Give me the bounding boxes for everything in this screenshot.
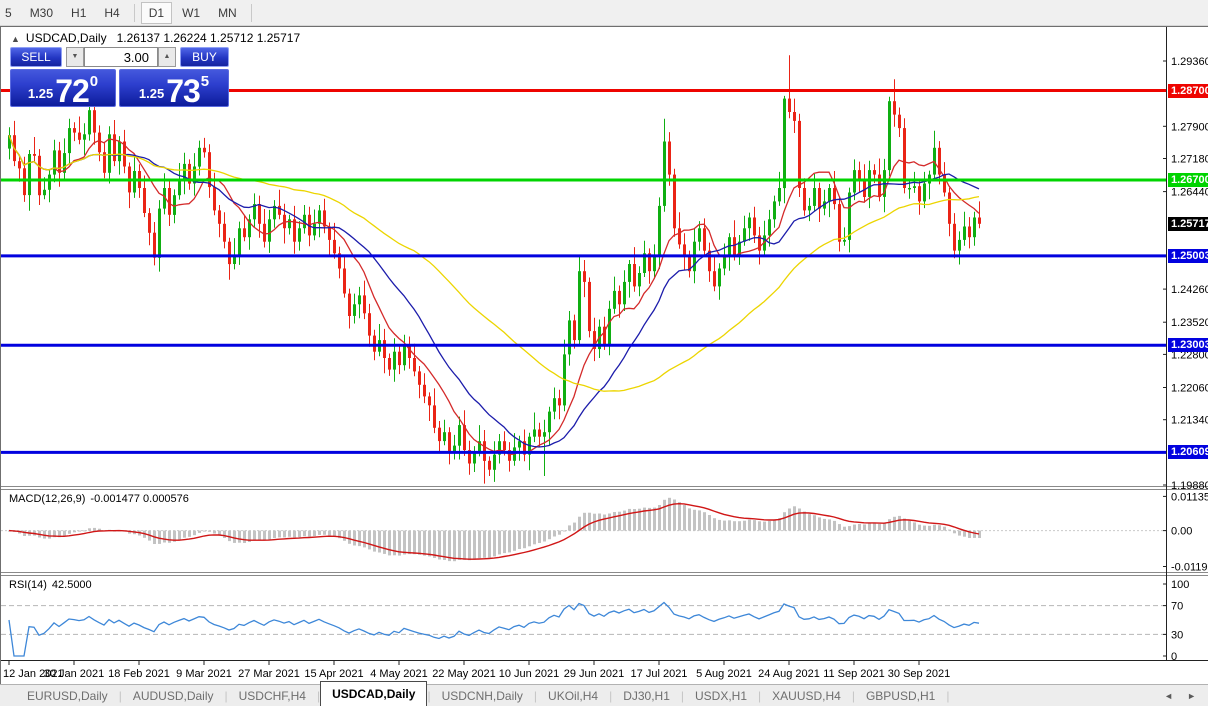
tab-audusd-daily[interactable]: AUDUSD,Daily <box>122 687 225 705</box>
sell-button[interactable]: SELL <box>10 47 62 67</box>
timeframe-button-5[interactable]: 5 <box>0 2 20 24</box>
tab-usdchf-h4[interactable]: USDCHF,H4 <box>228 687 317 705</box>
tab-usdcad-daily[interactable]: USDCAD,Daily <box>320 681 428 706</box>
svg-text:1.21340: 1.21340 <box>1171 415 1208 427</box>
svg-text:18 Feb 2021: 18 Feb 2021 <box>108 668 170 680</box>
svg-text:1.27900: 1.27900 <box>1171 121 1208 133</box>
svg-text:100: 100 <box>1171 579 1189 591</box>
svg-text:27 Mar 2021: 27 Mar 2021 <box>238 668 300 680</box>
chart-window: 1.29360 1.27900 1.27180 1.26440 1.24260 1.235… <box>0 26 1208 685</box>
macd-indicator-label: MACD(12,26,9) -0.001477 0.000576 <box>9 493 189 505</box>
timeframe-button-w1[interactable]: W1 <box>174 2 208 24</box>
timeframe-button-h4[interactable]: H4 <box>96 2 127 24</box>
tab-usdcnh-daily[interactable]: USDCNH,Daily <box>431 687 534 705</box>
toolbar-separator <box>133 3 135 22</box>
sell-price-pip-digit: 0 <box>89 73 99 90</box>
svg-text:15 Apr 2021: 15 Apr 2021 <box>304 668 363 680</box>
timeframe-button-d1[interactable]: D1 <box>140 1 173 24</box>
price-badge-level-1.26700: 1.26700 <box>1168 173 1208 187</box>
svg-text:17 Jul 2021: 17 Jul 2021 <box>631 668 688 680</box>
svg-text:0.00: 0.00 <box>1171 526 1192 538</box>
svg-text:11 Sep 2021: 11 Sep 2021 <box>823 668 885 680</box>
svg-text:0: 0 <box>1171 651 1177 663</box>
price-badge-level-1.23003: 1.23003 <box>1168 338 1208 352</box>
buy-price-pip-digit: 5 <box>200 73 210 90</box>
buy-price-display[interactable]: 1.25 73 5 <box>119 69 229 107</box>
buy-price-big-digits: 73 <box>166 72 201 109</box>
svg-text:1.19880: 1.19880 <box>1171 480 1208 492</box>
tab-dj30-h1[interactable]: DJ30,H1 <box>612 687 681 705</box>
svg-text:30 Jan 2021: 30 Jan 2021 <box>44 668 105 680</box>
tab-separator: | <box>946 688 950 703</box>
buy-price-prefix: 1.25 <box>138 86 165 101</box>
tab-ukoil-h4[interactable]: UKOil,H4 <box>537 687 609 705</box>
svg-text:1.22060: 1.22060 <box>1171 383 1208 395</box>
timeframe-button-mn[interactable]: MN <box>210 2 245 24</box>
macd-values: -0.001477 0.000576 <box>90 493 189 505</box>
svg-text:1.23520: 1.23520 <box>1171 317 1208 329</box>
svg-text:5 Aug 2021: 5 Aug 2021 <box>696 668 752 680</box>
svg-text:29 Jun 2021: 29 Jun 2021 <box>564 668 625 680</box>
price-badge-level-1.20609: 1.20609 <box>1168 445 1208 459</box>
sell-price-display[interactable]: 1.25 72 0 <box>10 69 116 107</box>
tab-eurusd-daily[interactable]: EURUSD,Daily <box>16 687 119 705</box>
volume-decrease-button[interactable]: ▼ <box>66 47 84 67</box>
chart-symbol-label: USDCAD,Daily <box>25 31 107 45</box>
chart-title: ▲ USDCAD,Daily 1.26137 1.26224 1.25712 1.2… <box>11 31 300 45</box>
buy-button[interactable]: BUY <box>180 47 229 67</box>
svg-text:24 Aug 2021: 24 Aug 2021 <box>758 668 820 680</box>
one-click-trading-panel: SELL ▼ ▲ BUY 1.25 72 0 1.25 73 5 <box>10 45 229 107</box>
timeframe-button-h1[interactable]: H1 <box>63 2 94 24</box>
timeframe-button-m30[interactable]: M30 <box>22 2 61 24</box>
chart-canvas[interactable]: 1.29360 1.27900 1.27180 1.26440 1.24260 1.235… <box>1 27 1208 685</box>
svg-text:1.27180: 1.27180 <box>1171 154 1208 166</box>
svg-text:30: 30 <box>1171 629 1183 641</box>
tab-gbpusd-h1[interactable]: GBPUSD,H1 <box>855 687 946 705</box>
tab-usdx-h1[interactable]: USDX,H1 <box>684 687 758 705</box>
tab-xauusd-h4[interactable]: XAUUSD,H4 <box>761 687 852 705</box>
price-badge-level-1.25003: 1.25003 <box>1168 249 1208 263</box>
svg-text:-0.01190: -0.01190 <box>1171 562 1208 574</box>
svg-text:70: 70 <box>1171 601 1183 613</box>
collapse-arrow-icon[interactable]: ▲ <box>11 34 20 44</box>
rsi-indicator-label: RSI(14) 42.5000 <box>9 579 92 591</box>
svg-text:1.24260: 1.24260 <box>1171 284 1208 296</box>
svg-text:22 May 2021: 22 May 2021 <box>432 668 496 680</box>
sell-price-big-digits: 72 <box>55 72 90 109</box>
svg-text:1.26440: 1.26440 <box>1171 187 1208 199</box>
mt4-window: 5 M30 H1 H4 D1 W1 MN 1.29360 1.27900 1.27180 1.26… <box>0 0 1208 706</box>
tab-scroll-left-icon[interactable]: ◄ <box>1164 691 1173 701</box>
svg-text:10 Jun 2021: 10 Jun 2021 <box>499 668 560 680</box>
toolbar-separator <box>250 3 252 22</box>
price-badge-current: 1.25717 <box>1168 217 1208 231</box>
svg-text:30 Sep 2021: 30 Sep 2021 <box>888 668 950 680</box>
svg-text:1.29360: 1.29360 <box>1171 56 1208 68</box>
svg-text:4 May 2021: 4 May 2021 <box>370 668 427 680</box>
rsi-value: 42.5000 <box>51 579 92 591</box>
tab-scroll-right-icon[interactable]: ► <box>1187 691 1196 701</box>
svg-text:0.01135: 0.01135 <box>1171 491 1208 503</box>
svg-text:9 Mar 2021: 9 Mar 2021 <box>176 668 232 680</box>
timeframe-toolbar: 5 M30 H1 H4 D1 W1 MN <box>0 0 1208 26</box>
tab-scroll-arrows: ◄ ► <box>1150 691 1196 701</box>
price-badge-level-1.28700: 1.28700 <box>1168 84 1208 98</box>
volume-input[interactable] <box>84 47 158 67</box>
chart-ohlc-values: 1.26137 1.26224 1.25712 1.25717 <box>116 31 301 45</box>
volume-increase-button[interactable]: ▲ <box>158 47 176 67</box>
sell-price-prefix: 1.25 <box>27 86 54 101</box>
chart-tab-bar: EURUSD,Daily | AUDUSD,Daily | USDCHF,H4 | USDC… <box>0 681 1208 706</box>
